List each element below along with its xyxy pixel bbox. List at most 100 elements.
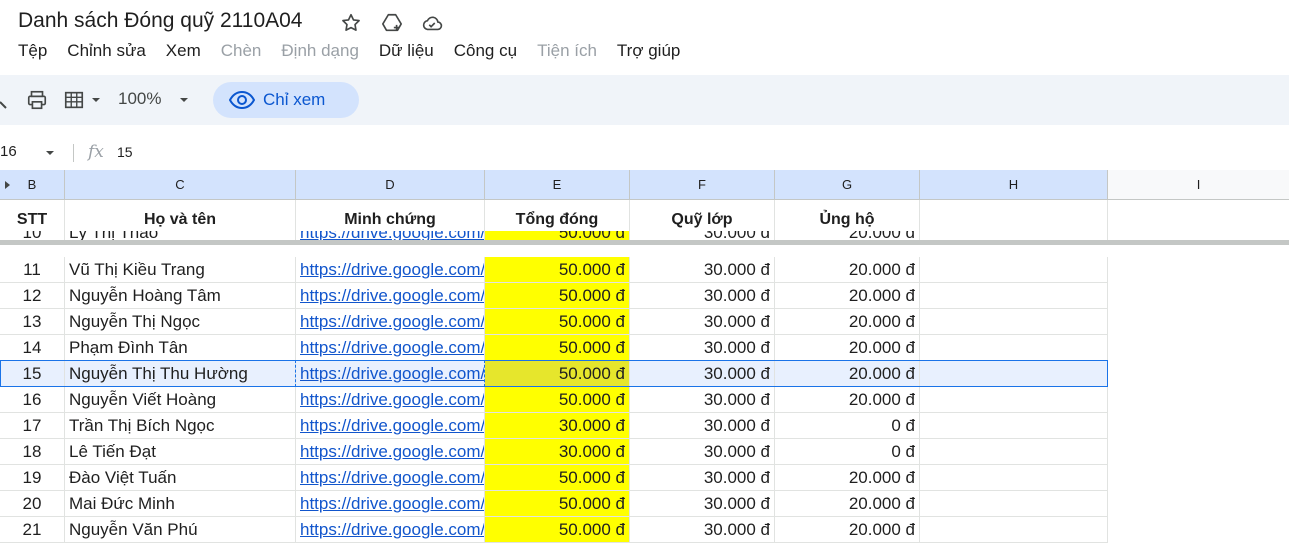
cell-name[interactable]: Nguyễn Văn Phú — [65, 517, 296, 542]
cell-empty[interactable] — [920, 465, 1108, 490]
cell-proof-link[interactable]: https://drive.google.com/d — [296, 283, 485, 308]
name-box-chevron-icon[interactable] — [44, 146, 56, 164]
cell-total[interactable]: 50.000 đ — [485, 387, 630, 412]
cell-total[interactable]: 50.000 đ — [485, 309, 630, 334]
cell-support[interactable]: 20.000 đ — [775, 257, 920, 282]
menu-file[interactable]: Tệp — [0, 40, 57, 64]
cell-empty[interactable] — [920, 283, 1108, 308]
print-icon[interactable] — [26, 88, 48, 112]
cell-class-fund[interactable]: 30.000 đ — [630, 335, 775, 360]
cell-name[interactable]: Mai Đức Minh — [65, 491, 296, 516]
cell-name[interactable]: Nguyễn Viết Hoàng — [65, 387, 296, 412]
cell-stt[interactable]: 21 — [0, 517, 65, 542]
cell-name[interactable]: Lê Tiến Đạt — [65, 439, 296, 464]
cell-support[interactable]: 20.000 đ — [775, 517, 920, 542]
cell-support[interactable]: 20.000 đ — [775, 361, 920, 386]
cell-class-fund[interactable]: 30.000 đ — [630, 257, 775, 282]
cell-class-fund[interactable]: 30.000 đ — [630, 491, 775, 516]
cell-empty[interactable] — [920, 413, 1108, 438]
formula-input[interactable]: 15 — [117, 144, 133, 160]
cell-proof-link[interactable]: https://drive.google.com/d — [296, 309, 485, 334]
cell-stt[interactable]: 15 — [0, 361, 65, 386]
cell-proof-link[interactable]: https://drive.google.com/f — [296, 361, 485, 386]
menu-insert[interactable]: Chèn — [211, 40, 272, 64]
cell-proof-link[interactable]: https://drive.google.com/d — [296, 465, 485, 490]
spreadsheet-icon[interactable] — [62, 88, 86, 112]
cell-empty[interactable] — [920, 361, 1108, 386]
cell-stt[interactable]: 11 — [0, 257, 65, 282]
menu-data[interactable]: Dữ liệu — [369, 40, 444, 64]
cell-stt[interactable]: 18 — [0, 439, 65, 464]
column-header-c[interactable]: C — [65, 170, 296, 200]
cell-empty[interactable] — [920, 491, 1108, 516]
cell-proof-link[interactable]: https://drive.google.com/d — [296, 439, 485, 464]
menu-extensions[interactable]: Tiện ích — [527, 40, 607, 64]
cell-total[interactable]: 50.000 đ — [485, 283, 630, 308]
cell-proof-link[interactable]: https://drive.google.com/d — [296, 387, 485, 412]
cell-empty[interactable] — [920, 387, 1108, 412]
cell-support[interactable]: 20.000 đ — [775, 491, 920, 516]
cell-empty[interactable] — [920, 335, 1108, 360]
cell-empty[interactable] — [920, 257, 1108, 282]
cell-total[interactable]: 50.000 đ — [485, 491, 630, 516]
cell-support[interactable]: 20.000 đ — [775, 387, 920, 412]
cell-proof-link[interactable]: https://drive.google.com/d — [296, 491, 485, 516]
expand-group-icon[interactable] — [4, 180, 12, 190]
cell-class-fund[interactable]: 30.000 đ — [630, 309, 775, 334]
column-header-f[interactable]: F — [630, 170, 775, 200]
cell-support[interactable]: 20.000 đ — [775, 465, 920, 490]
cell-support[interactable]: 20.000 đ — [775, 309, 920, 334]
cell-stt[interactable]: 19 — [0, 465, 65, 490]
cell-total[interactable]: 50.000 đ — [485, 257, 630, 282]
cell-name[interactable]: Đào Việt Tuấn — [65, 465, 296, 490]
cell-name[interactable]: Phạm Đình Tân — [65, 335, 296, 360]
cell-support[interactable]: 20.000 đ — [775, 283, 920, 308]
cell-stt[interactable]: 13 — [0, 309, 65, 334]
cell-proof-link[interactable]: https://drive.google.com/d — [296, 335, 485, 360]
cell-name[interactable]: Nguyễn Hoàng Tâm — [65, 283, 296, 308]
cell-stt[interactable]: 12 — [0, 283, 65, 308]
cell-support[interactable]: 20.000 đ — [775, 335, 920, 360]
cell-proof-link[interactable]: https://drive.google.com/d — [296, 517, 485, 542]
name-box[interactable]: 16 — [0, 143, 17, 160]
search-menus-icon[interactable] — [0, 88, 8, 112]
view-only-button[interactable]: Chỉ xem — [213, 82, 359, 118]
cell-empty[interactable] — [920, 309, 1108, 334]
cell-total[interactable]: 30.000 đ — [485, 439, 630, 464]
cell-empty[interactable] — [920, 517, 1108, 542]
cell-class-fund[interactable]: 30.000 đ — [630, 465, 775, 490]
document-title[interactable]: Danh sách Đóng quỹ 2110A04 — [18, 9, 302, 33]
cell-class-fund[interactable]: 30.000 đ — [630, 517, 775, 542]
cell-proof-link[interactable]: https://drive.google.com/d — [296, 257, 485, 282]
chevron-down-icon[interactable] — [90, 88, 102, 112]
column-header-i[interactable]: I — [1108, 170, 1289, 200]
column-header-g[interactable]: G — [775, 170, 920, 200]
cloud-saved-icon[interactable] — [420, 11, 444, 35]
move-to-drive-icon[interactable] — [380, 11, 404, 35]
menu-format[interactable]: Định dạng — [271, 40, 369, 64]
cell-total[interactable]: 50.000 đ — [485, 465, 630, 490]
cell-total[interactable]: 30.000 đ — [485, 413, 630, 438]
column-header-b[interactable]: B — [0, 170, 65, 200]
cell-support[interactable]: 0 đ — [775, 439, 920, 464]
menu-view[interactable]: Xem — [156, 40, 211, 64]
zoom-chevron-icon[interactable] — [178, 88, 190, 112]
column-header-d[interactable]: D — [296, 170, 485, 200]
star-icon[interactable] — [339, 11, 363, 35]
column-header-h[interactable]: H — [920, 170, 1108, 200]
cell-stt[interactable]: 16 — [0, 387, 65, 412]
cell-stt[interactable]: 17 — [0, 413, 65, 438]
cell-class-fund[interactable]: 30.000 đ — [630, 361, 775, 386]
cell-total[interactable]: 50.000 đ — [485, 361, 630, 386]
freeze-divider[interactable] — [0, 240, 1289, 245]
cell-stt[interactable]: 20 — [0, 491, 65, 516]
menu-tools[interactable]: Công cụ — [444, 40, 527, 64]
menu-edit[interactable]: Chỉnh sửa — [57, 40, 155, 64]
cell-proof-link[interactable]: https://drive.google.com/d — [296, 413, 485, 438]
cell-class-fund[interactable]: 30.000 đ — [630, 413, 775, 438]
cell-name[interactable]: Nguyễn Thị Ngọc — [65, 309, 296, 334]
menu-help[interactable]: Trợ giúp — [607, 40, 690, 64]
cell-support[interactable]: 0 đ — [775, 413, 920, 438]
column-header-e[interactable]: E — [485, 170, 630, 200]
cell-empty[interactable] — [920, 439, 1108, 464]
